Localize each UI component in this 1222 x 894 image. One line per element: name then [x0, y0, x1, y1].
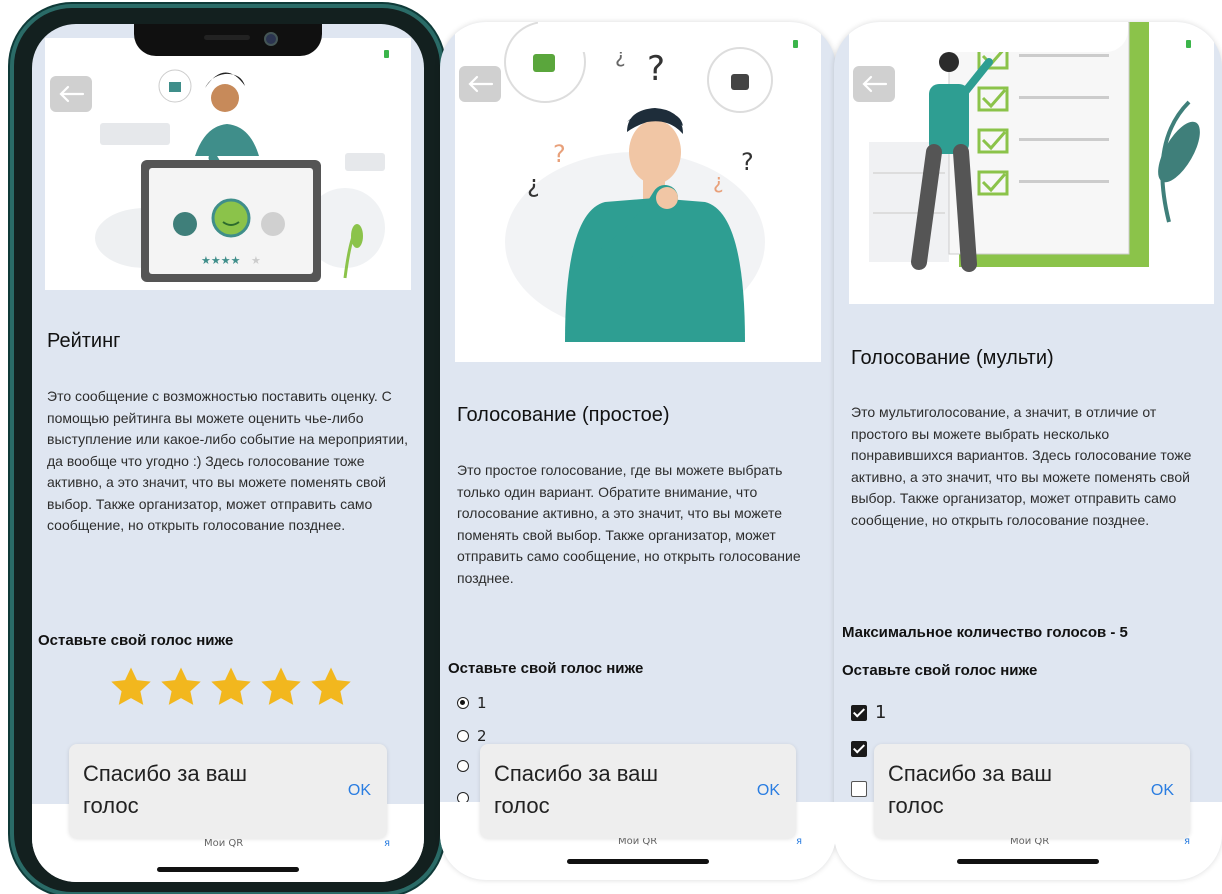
notch [134, 24, 322, 56]
svg-text:¿: ¿ [713, 169, 724, 193]
toast-ok-button[interactable]: OK [1151, 782, 1174, 800]
svg-text:¿: ¿ [527, 170, 540, 198]
star-icon[interactable] [208, 664, 254, 710]
phone-multi-vote: Голосование (мульти) Это мультиголосован… [834, 22, 1222, 880]
vote-label: Оставьте свой голос ниже [448, 660, 644, 677]
max-votes-label: Максимальное количество голосов - 5 [842, 624, 1128, 641]
svg-text:?: ? [553, 140, 566, 168]
description: Это простое голосование, где вы можете в… [457, 462, 801, 586]
vote-option[interactable] [851, 741, 867, 757]
back-button[interactable] [853, 66, 895, 102]
multi-vote-illustration [849, 22, 1214, 304]
nav-item-right[interactable]: я [1184, 836, 1190, 847]
toast-message: Спасибо за ваш голос [494, 761, 659, 818]
notch [538, 22, 738, 52]
thanks-toast: Спасибо за ваш голос OK [874, 744, 1190, 838]
radio-icon[interactable] [457, 697, 469, 709]
home-indicator[interactable] [157, 867, 299, 872]
back-button[interactable] [459, 66, 501, 102]
home-indicator[interactable] [957, 859, 1099, 864]
battery-icon [1186, 40, 1191, 48]
vote-option[interactable]: 1 [457, 694, 487, 712]
vote-option[interactable] [457, 760, 469, 772]
back-button[interactable] [50, 76, 92, 112]
nav-item-my-qr[interactable]: Мои QR [204, 838, 243, 849]
radio-icon[interactable] [457, 760, 469, 772]
toast-ok-button[interactable]: OK [757, 782, 780, 800]
thanks-toast: Спасибо за ваш голос OK [480, 744, 796, 838]
star-icon[interactable] [158, 664, 204, 710]
star-icon[interactable] [108, 664, 154, 710]
back-arrow-icon [468, 75, 494, 93]
simple-vote-illustration: ? ¿ ? ¿ ? ¿ [455, 22, 821, 362]
vote-label: Оставьте свой голос ниже [38, 632, 234, 649]
nav-item-right[interactable]: я [796, 836, 802, 847]
toast-ok-button[interactable]: OK [348, 782, 371, 800]
description: Это сообщение с возможностью поставить о… [47, 388, 408, 533]
description: Это мультиголосование, а значит, в отлич… [851, 404, 1192, 528]
checkbox-icon[interactable] [851, 781, 867, 797]
phone-rating: ★★★★ ★ Рейтинг Это сообщение с возможнос… [14, 8, 440, 892]
phone-simple-vote: ? ¿ ? ¿ ? ¿ Голосование (простое) Это пр… [440, 22, 836, 880]
vote-option[interactable] [851, 781, 867, 797]
screen-simple-vote: ? ¿ ? ¿ ? ¿ Голосование (простое) Это пр… [440, 22, 836, 880]
notch [928, 22, 1128, 52]
option-label: 1 [477, 694, 487, 712]
toast-message: Спасибо за ваш голос [83, 761, 248, 818]
vote-option[interactable]: 2 [457, 727, 487, 745]
svg-text:★★★★: ★★★★ [201, 254, 241, 267]
nav-item-right[interactable]: я [384, 838, 390, 849]
screen-rating: ★★★★ ★ Рейтинг Это сообщение с возможнос… [32, 24, 424, 882]
checkbox-icon[interactable] [851, 741, 867, 757]
star-icon[interactable] [258, 664, 304, 710]
radio-icon[interactable] [457, 730, 469, 742]
vote-option[interactable]: 1 [851, 702, 886, 723]
svg-text:?: ? [647, 49, 665, 89]
home-indicator[interactable] [567, 859, 709, 864]
page-title: Рейтинг [47, 330, 121, 352]
speaker-grille [204, 35, 250, 40]
back-arrow-icon [59, 85, 85, 103]
thanks-toast: Спасибо за ваш голос OK [69, 744, 387, 838]
rating-illustration: ★★★★ ★ [45, 38, 411, 290]
option-label: 1 [875, 702, 887, 723]
vote-label: Оставьте свой голос ниже [842, 662, 1038, 679]
option-label: 2 [477, 727, 487, 745]
star-rating[interactable] [108, 664, 354, 710]
back-arrow-icon [862, 75, 888, 93]
svg-text:★: ★ [251, 254, 261, 267]
page-title: Голосование (мульти) [851, 347, 1054, 369]
screen-multi-vote: Голосование (мульти) Это мультиголосован… [834, 22, 1222, 880]
camera-icon [264, 32, 278, 46]
battery-icon [384, 50, 389, 58]
toast-message: Спасибо за ваш голос [888, 761, 1053, 818]
svg-text:?: ? [741, 148, 754, 176]
checkbox-icon[interactable] [851, 704, 867, 721]
page-title: Голосование (простое) [457, 404, 670, 426]
battery-icon [793, 40, 798, 48]
star-icon[interactable] [308, 664, 354, 710]
